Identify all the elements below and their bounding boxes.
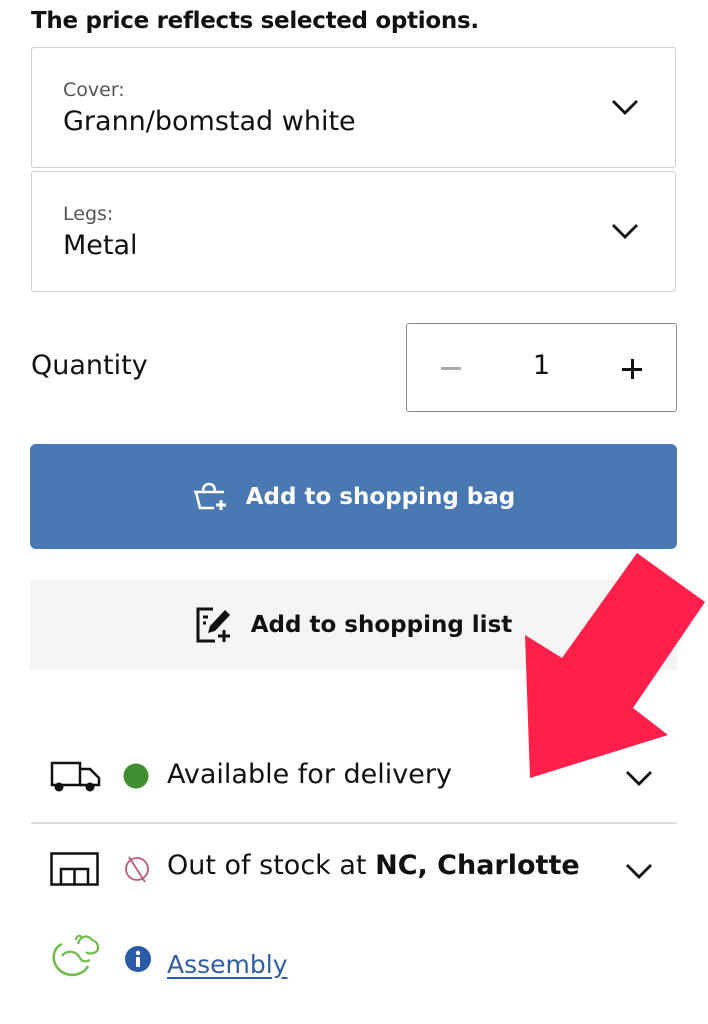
add-to-list-label: Add to shopping list: [250, 612, 513, 638]
legs-select[interactable]: Legs: Metal: [31, 171, 676, 292]
green-dot-icon: [123, 763, 149, 789]
quantity-stepper: 1: [406, 323, 677, 412]
price-note: The price reflects selected options.: [31, 8, 479, 34]
cover-select-value: Grann/bomstad white: [63, 106, 356, 137]
chevron-down-icon: [612, 224, 638, 239]
store-name: NC, Charlotte: [375, 850, 580, 881]
delivery-availability-row[interactable]: Available for delivery: [31, 737, 677, 817]
store-status-prefix: Out of stock at: [167, 850, 376, 881]
out-of-stock-icon: [125, 856, 149, 883]
quantity-label: Quantity: [31, 350, 148, 381]
chevron-down-icon: [626, 864, 652, 879]
legs-select-value: Metal: [63, 230, 138, 261]
add-to-bag-button[interactable]: Add to shopping bag: [30, 444, 677, 549]
add-to-list-button[interactable]: Add to shopping list: [30, 580, 677, 670]
store-icon: [50, 852, 99, 886]
chevron-down-icon: [612, 100, 638, 115]
taskrabbit-icon: [52, 934, 100, 977]
add-to-bag-label: Add to shopping bag: [245, 483, 516, 510]
chevron-down-icon: [626, 771, 652, 786]
plus-icon[interactable]: [622, 359, 642, 379]
list-edit-plus-icon: [196, 607, 230, 643]
info-icon[interactable]: [124, 945, 152, 973]
cover-select[interactable]: Cover: Grann/bomstad white: [31, 47, 676, 168]
cover-select-label: Cover:: [63, 79, 125, 101]
legs-select-label: Legs:: [63, 203, 114, 225]
store-status-text: Out of stock at NC, Charlotte: [167, 850, 580, 881]
truck-icon: [50, 761, 101, 792]
basket-plus-icon: [193, 482, 226, 510]
assembly-link[interactable]: Assembly: [167, 950, 288, 979]
store-availability-row[interactable]: Out of stock at NC, Charlotte: [31, 830, 677, 910]
delivery-status-text: Available for delivery: [167, 759, 452, 790]
divider: [31, 822, 677, 824]
